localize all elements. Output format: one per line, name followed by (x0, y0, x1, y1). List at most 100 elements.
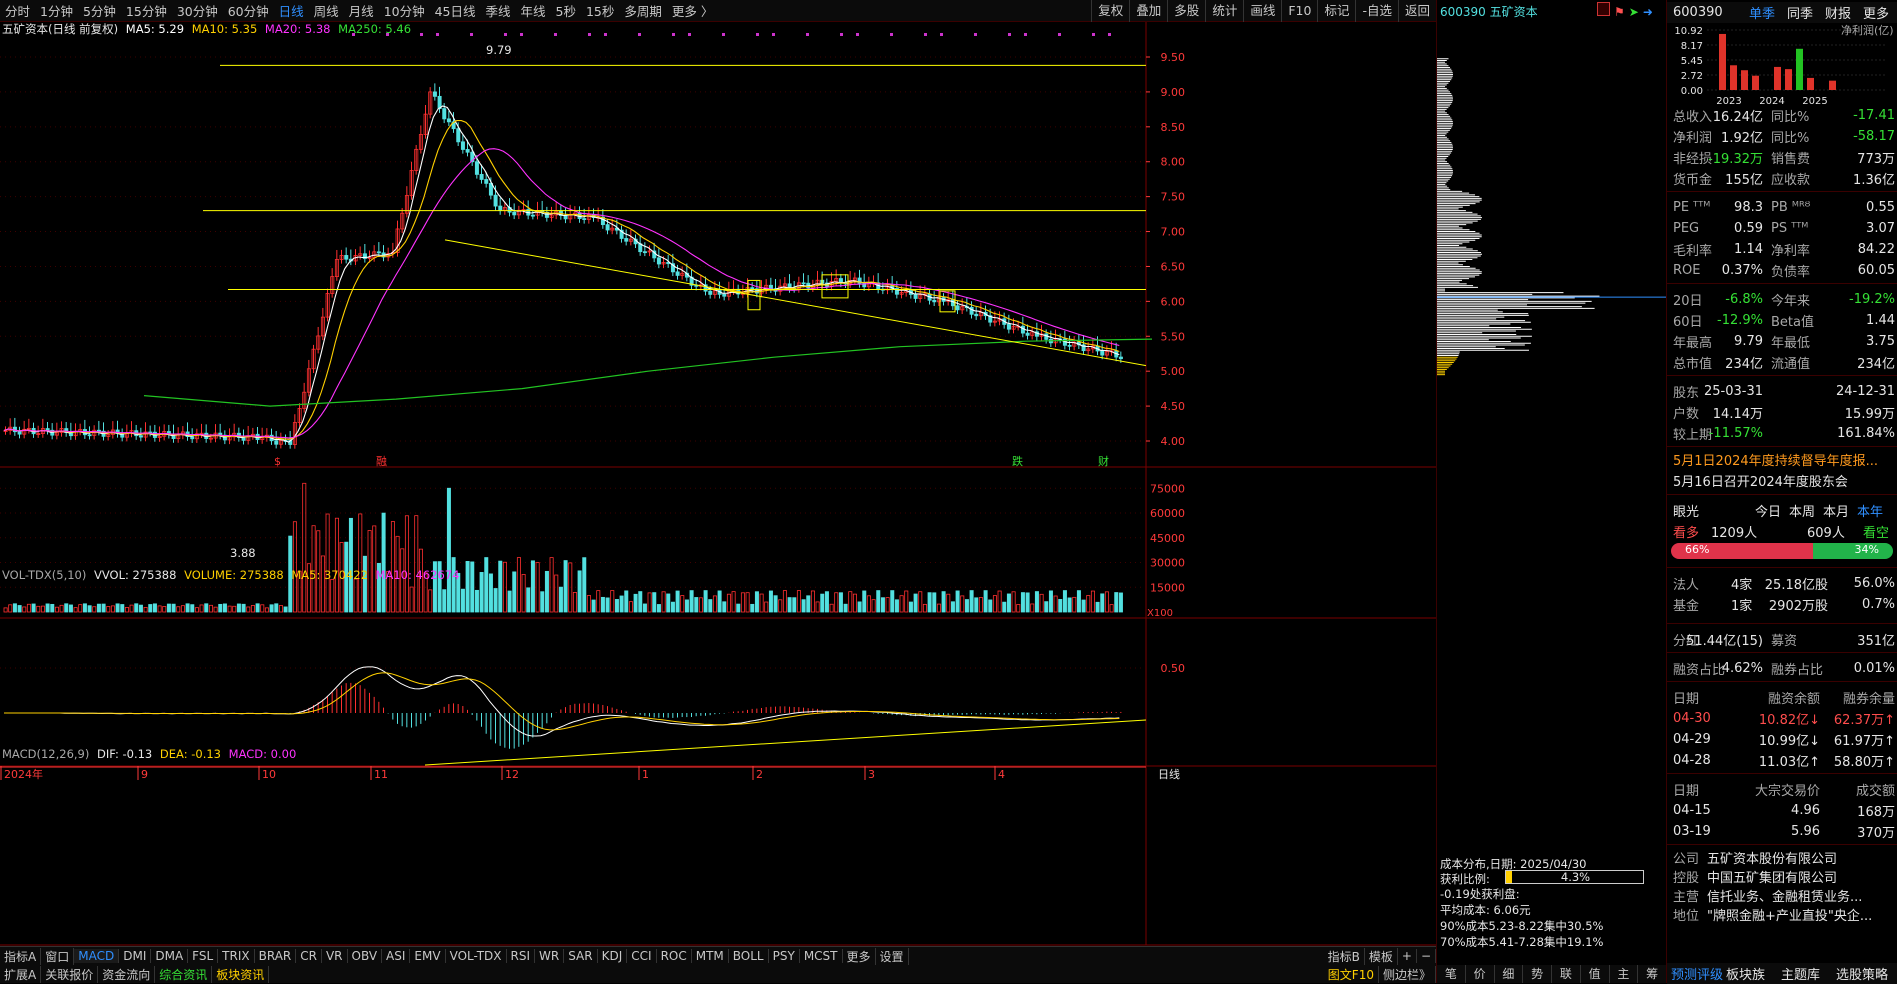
indicator-tab-21[interactable]: BOLL (729, 949, 769, 963)
indicator-right-tab-0[interactable]: 指标B (1324, 947, 1365, 965)
indicator-tab-5[interactable]: FSL (188, 949, 219, 963)
cost-tab-0[interactable]: 笔 (1437, 965, 1466, 983)
tab-same-quarter[interactable]: 同季 (1787, 3, 1813, 22)
indicator-right-tab-3[interactable]: − (1417, 949, 1436, 963)
news-item-1[interactable]: 5月16日召开2024年度股东会 (1673, 471, 1848, 490)
indicator-tab-12[interactable]: EMV (410, 949, 446, 963)
indicator-tab-4[interactable]: DMA (151, 949, 189, 963)
indicator-tab-22[interactable]: PSY (769, 949, 800, 963)
side-bottom-tab-3[interactable]: 选股策略 (1836, 964, 1888, 983)
volume-bar (675, 590, 680, 613)
tab-single-quarter[interactable]: 单季 (1749, 3, 1775, 22)
indicator-tab-0[interactable]: 指标A (0, 947, 42, 965)
pointer-icon[interactable]: ➤ (1629, 5, 1639, 19)
indicator-tab-25[interactable]: 设置 (876, 947, 909, 965)
dea-label: DEA: -0.13 (159, 747, 221, 761)
indicator-tab-16[interactable]: SAR (564, 949, 598, 963)
event-dot (772, 33, 775, 36)
info-tab-3[interactable]: 综合资讯 (155, 965, 213, 983)
side-bottom-tab-1[interactable]: 板块族 (1726, 964, 1765, 983)
indicator-tab-23[interactable]: MCST (800, 949, 843, 963)
cost-tab-3[interactable]: 势 (1523, 965, 1552, 983)
info-tab-4[interactable]: 板块资讯 (212, 965, 270, 983)
eye-tab-0[interactable]: 今日 (1755, 501, 1781, 520)
tab-more[interactable]: 更多 (1863, 3, 1889, 22)
cost-tab-6[interactable]: 主 (1610, 965, 1639, 983)
candle-body (530, 214, 535, 217)
info-tab-1[interactable]: 关联报价 (41, 965, 99, 983)
info-tab-2[interactable]: 资金流向 (98, 965, 156, 983)
indicator-right-tab-2[interactable]: + (1398, 949, 1417, 963)
indicator-tab-9[interactable]: VR (322, 949, 348, 963)
eye-tab-2[interactable]: 本月 (1823, 501, 1849, 520)
margin-row-v1: 10.99亿↓ (1758, 734, 1820, 749)
val-row-0: PE ᵀᵀᴹ 98.3 PB ᴹᴿᴽ 0.55 (1667, 197, 1897, 218)
cost-tab-2[interactable]: 细 (1495, 965, 1524, 983)
indicator-tab-24[interactable]: 更多 (843, 947, 876, 965)
holder-row-0: 股东 25-03-31 24-12-31 (1667, 381, 1897, 402)
indicator-tabs: 指标A 窗口 MACD DMI DMA FSL TRIX BRAR CR VR OBV ASI EMV V… (0, 946, 1436, 965)
volume-bar (848, 591, 853, 613)
indicator-tab-11[interactable]: ASI (382, 949, 411, 963)
indicator-tab-14[interactable]: RSI (507, 949, 536, 963)
cost-tab-1[interactable]: 价 (1466, 965, 1495, 983)
cost-tab-4[interactable]: 联 (1552, 965, 1581, 983)
indicator-tab-17[interactable]: KDJ (598, 949, 628, 963)
indicator-tab-20[interactable]: MTM (692, 949, 729, 963)
perf-row-1-cell-0: 60日 (1673, 315, 1703, 330)
indicator-tab-10[interactable]: OBV (348, 949, 383, 963)
cost-mode-icon[interactable] (1597, 2, 1610, 16)
flag-icon[interactable]: ⚑ (1614, 5, 1625, 19)
candle-body (456, 128, 461, 143)
candle-body (1006, 324, 1011, 330)
fin-row-2: 非经损 -19.32万 销售费 773万 (1667, 147, 1897, 168)
info-right-tab-1[interactable]: 侧边栏》 (1379, 965, 1436, 983)
candle-body (624, 238, 629, 242)
eye-tab-1[interactable]: 本周 (1789, 501, 1815, 520)
volume-bar (250, 605, 255, 613)
indicator-right-tab-1[interactable]: 模板 (1365, 947, 1398, 965)
fin-row-3: 货币金 155亿 应收款 1.36亿 (1667, 168, 1897, 189)
volume-bar (218, 603, 223, 613)
side-bottom-tab-2[interactable]: 主题库 (1781, 964, 1820, 983)
indicator-tab-3[interactable]: DMI (119, 949, 152, 963)
volume-bar (530, 560, 535, 613)
bull-label[interactable]: 看多 (1673, 522, 1699, 541)
side-bottom-tab-0[interactable]: 预测评级 (1671, 964, 1723, 983)
indicator-tab-7[interactable]: BRAR (255, 949, 297, 963)
info-right-tab-0[interactable]: 图文F10 (1324, 965, 1379, 983)
indicator-tab-1[interactable]: 窗口 (41, 947, 75, 965)
indicator-tab-6[interactable]: TRIX (218, 949, 255, 963)
indicator-tab-2[interactable]: MACD (74, 949, 120, 963)
news-item-0[interactable]: 5月1日2024年度持续督导年度报... (1673, 450, 1878, 469)
info-tab-0[interactable]: 扩展A (0, 965, 42, 983)
perf-row-3-cell-1: 234亿 (1725, 357, 1763, 372)
volume-bar (689, 590, 694, 613)
inst-type: 法人 (1673, 578, 1700, 593)
indicator-tab-15[interactable]: WR (535, 949, 565, 963)
eye-tab-3[interactable]: 本年 (1857, 501, 1883, 520)
fin-row-1-cell-2: 同比% (1771, 131, 1810, 146)
volume-bar (768, 590, 773, 613)
val-row-1: PEG 0.59 PS ᵀᵀᴹ 3.07 (1667, 218, 1897, 239)
volume-bar (764, 601, 769, 613)
indicator-tab-13[interactable]: VOL-TDX (446, 949, 507, 963)
tab-report[interactable]: 财报 (1825, 3, 1851, 22)
nav-icon[interactable]: ➜ (1643, 5, 1653, 19)
cost-tab-7[interactable]: 筹 (1638, 965, 1667, 983)
candle-body (932, 299, 937, 303)
bear-label[interactable]: 看空 (1863, 522, 1889, 541)
indicator-tab-19[interactable]: ROC (657, 949, 692, 963)
cost-tool-icons[interactable]: ⚑ ➤ ➜ (1597, 2, 1653, 19)
cost-tab-5[interactable]: 值 (1581, 965, 1610, 983)
price-tick-label: 4.00 (1161, 435, 1186, 448)
margin-header: 日期 融资余额 融券余量 (1667, 687, 1897, 708)
indicator-tab-18[interactable]: CCI (627, 949, 657, 963)
fin-row-1: 净利润 1.92亿 同比% -58.17 (1667, 126, 1897, 147)
inst-shares: 25.18亿股 (1764, 578, 1828, 593)
kline-chart[interactable]: 9.50 9.00 8.50 8.00 7.50 7.00 6.50 6.00 5.50 5.00… (0, 0, 1436, 983)
indicator-tab-8[interactable]: CR (296, 949, 322, 963)
dif-line (4, 666, 1120, 737)
perf-row-2-cell-2: 年最低 (1771, 336, 1811, 351)
x-axis-label: 2024年 (4, 767, 43, 781)
